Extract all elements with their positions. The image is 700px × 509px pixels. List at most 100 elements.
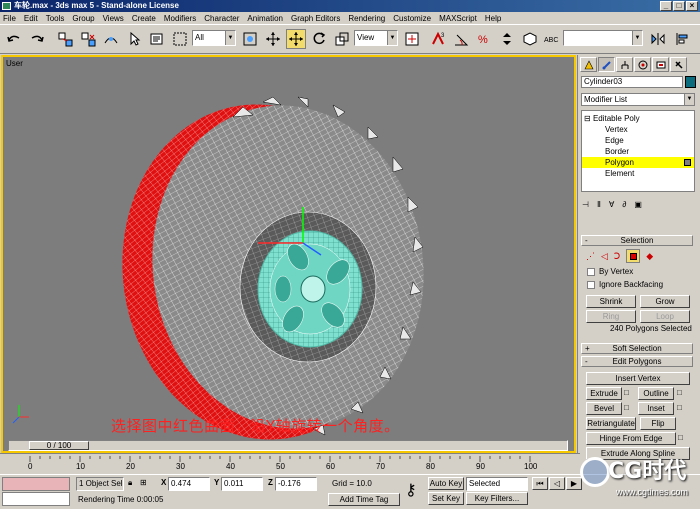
object-color-swatch[interactable] [685,76,696,88]
lock-icon[interactable]: 🔒︎ [128,478,132,488]
maxscript-listener[interactable] [2,477,70,491]
motion-tab-icon[interactable] [634,57,651,72]
pivot-center-icon[interactable] [402,29,422,49]
flip-button[interactable]: Flip [640,417,676,430]
edit-polygons-rollout-header[interactable]: - Edit Polygons [581,356,693,367]
hinge-settings-icon[interactable]: □ [678,433,683,442]
edit-named-selection-icon[interactable] [520,29,540,49]
rotate-icon[interactable] [309,29,329,49]
percent-snap-icon[interactable]: % [474,29,494,49]
element-mode-icon[interactable]: ◆ [646,251,653,262]
mirror-icon[interactable] [648,29,668,49]
track-bar[interactable] [0,453,580,473]
border-mode-icon[interactable]: Ↄ [614,251,620,262]
close-button[interactable]: × [686,1,698,11]
edge-mode-icon[interactable]: ◁ [601,251,608,262]
outline-button[interactable]: Outline [638,387,674,400]
modify-tab-icon[interactable] [598,57,615,72]
perspective-viewport[interactable]: User 选择图中红色曲面，沿Y轴旋转一个角度。 [1,55,576,453]
select-object-icon[interactable] [124,29,144,49]
retriangulate-button[interactable]: Retriangulate [586,417,636,430]
key-icon[interactable]: ⚷ [405,480,417,500]
key-filters-button[interactable]: Key Filters... [466,492,528,505]
absolute-mode-icon[interactable]: ⊞ [140,478,147,487]
select-and-rotate-icon[interactable] [286,29,306,49]
auto-key-button[interactable]: Auto Key [428,477,464,490]
selection-rollout-header[interactable]: - Selection [581,235,693,246]
insert-vertex-button[interactable]: Insert Vertex [586,372,690,385]
selection-filter-dropdown[interactable]: All ▼ [192,30,236,46]
utilities-tab-icon[interactable] [670,57,687,72]
collapse-icon[interactable]: ⊟ [584,114,591,123]
menu-customize[interactable]: Customize [393,14,431,23]
create-tab-icon[interactable] [580,57,597,72]
grow-button[interactable]: Grow [640,295,690,308]
menu-group[interactable]: Group [72,14,94,23]
object-name-field[interactable]: Cylinder03 [581,76,683,88]
window-crossing-icon[interactable] [240,29,260,49]
menu-help[interactable]: Help [485,14,501,23]
pin-stack-icon[interactable]: ⊣ [582,200,589,209]
minimize-button[interactable]: _ [660,1,672,11]
scale-icon[interactable] [332,29,352,49]
select-and-link-icon[interactable] [55,29,75,49]
rectangular-selection-icon[interactable] [170,29,190,49]
loop-button[interactable]: Loop [640,310,690,323]
bevel-button[interactable]: Bevel [586,402,622,415]
redo-icon[interactable] [27,29,47,49]
bevel-settings-icon[interactable]: □ [624,403,629,412]
x-coordinate-field[interactable]: 0.474 [168,477,210,491]
unlink-selection-icon[interactable] [78,29,98,49]
reference-coord-dropdown[interactable]: View ▼ [354,30,398,46]
hinge-from-edge-button[interactable]: Hinge From Edge [586,432,676,445]
select-by-name-icon[interactable] [147,29,167,49]
stack-item-element[interactable]: Element [582,168,694,179]
key-mode-dropdown[interactable]: Selected [466,477,528,491]
snap-toggle-icon[interactable]: 3 [428,29,448,49]
y-coordinate-field[interactable]: 0.011 [221,477,263,491]
angle-snap-icon[interactable] [451,29,471,49]
go-to-start-icon[interactable]: ⏮ [532,477,548,490]
menu-views[interactable]: Views [103,14,124,23]
named-selection-icon[interactable]: ABC [541,29,561,49]
menu-edit[interactable]: Edit [24,14,38,23]
polygon-mode-icon[interactable] [626,249,641,263]
stack-item-border[interactable]: Border [582,146,694,157]
menu-graph-editors[interactable]: Graph Editors [291,14,340,23]
extrude-button[interactable]: Extrude [586,387,622,400]
configure-sets-icon[interactable]: ▣ [634,200,642,209]
menu-file[interactable]: File [3,14,16,23]
stack-item-vertex[interactable]: Vertex [582,124,694,135]
menu-animation[interactable]: Animation [247,14,283,23]
previous-frame-icon[interactable]: ◁ [549,477,565,490]
menu-character[interactable]: Character [204,14,239,23]
ring-button[interactable]: Ring [586,310,636,323]
make-unique-icon[interactable]: ∀ [609,200,614,209]
ignore-backfacing-checkbox[interactable] [587,281,595,289]
hierarchy-tab-icon[interactable] [616,57,633,72]
menu-rendering[interactable]: Rendering [348,14,385,23]
soft-selection-rollout-header[interactable]: + Soft Selection [581,343,693,354]
maximize-button[interactable]: □ [673,1,685,11]
z-coordinate-field[interactable]: -0.176 [275,477,317,491]
inset-settings-icon[interactable]: □ [677,403,682,412]
show-end-result-icon[interactable]: Ⅱ [597,200,601,209]
remove-modifier-icon[interactable]: ∂ [622,200,626,209]
undo-icon[interactable] [4,29,24,49]
menu-create[interactable]: Create [132,14,156,23]
modifier-list-dropdown[interactable]: Modifier List ▼ [581,93,695,106]
align-icon[interactable] [672,29,692,49]
shrink-button[interactable]: Shrink [586,295,636,308]
stack-item-edge[interactable]: Edge [582,135,694,146]
vertex-mode-icon[interactable]: ⋰ [586,251,595,262]
inset-button[interactable]: Inset [638,402,674,415]
add-time-tag-button[interactable]: Add Time Tag [328,493,400,506]
by-vertex-checkbox[interactable] [587,268,595,276]
menu-modifiers[interactable]: Modifiers [164,14,196,23]
menu-maxscript[interactable]: MAXScript [439,14,477,23]
outline-settings-icon[interactable]: □ [677,388,682,397]
display-tab-icon[interactable] [652,57,669,72]
extrude-settings-icon[interactable]: □ [624,388,629,397]
spinner-snap-icon[interactable] [497,29,517,49]
time-slider-thumb[interactable]: 0 / 100 [29,441,89,450]
